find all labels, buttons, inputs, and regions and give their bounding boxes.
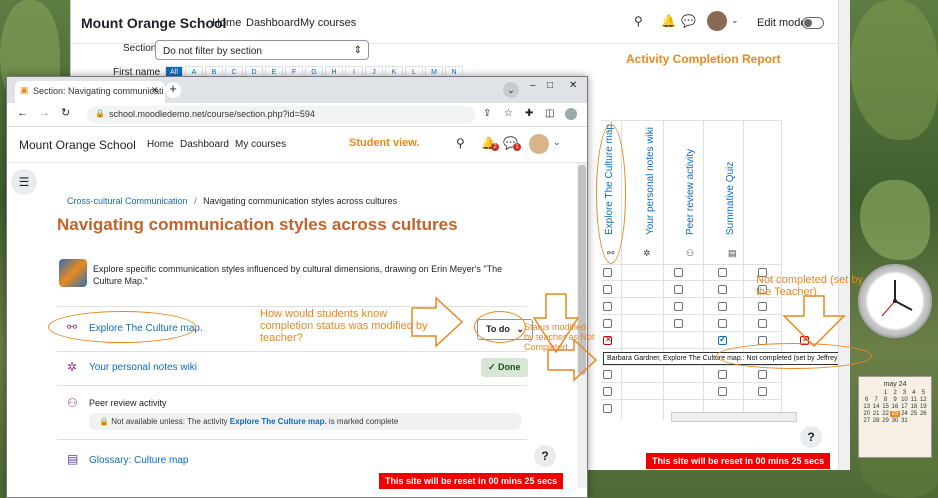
calendar-day[interactable]: 17 [900, 404, 909, 410]
calendar-day[interactable]: 21 [871, 411, 880, 417]
calendar-day[interactable]: 28 [871, 418, 880, 424]
calendar-day[interactable] [919, 418, 928, 424]
calendar-month: may 24 [883, 381, 907, 388]
calendar-day[interactable]: 12 [919, 397, 928, 403]
calendar-day[interactable] [871, 390, 880, 396]
calendar-day[interactable] [909, 418, 918, 424]
calendar-day[interactable]: 23 [890, 411, 900, 417]
calendar-day[interactable]: 22 [881, 411, 890, 417]
calendar-day[interactable]: 11 [909, 397, 918, 403]
calendar-day[interactable]: 20 [862, 411, 871, 417]
annotation-arrows [411, 293, 846, 382]
calendar-day[interactable]: 10 [900, 397, 909, 403]
calendar-day[interactable]: 29 [881, 418, 890, 424]
calendar-day[interactable]: 6 [862, 397, 871, 403]
calendar-day[interactable]: 3 [900, 390, 909, 396]
calendar-day[interactable]: 1 [881, 390, 890, 396]
calendar-widget: may 24 1 2 3 4 5 6 7 8 9 10 11 12 13 14 15 16 17 18 19 20 21… [858, 376, 932, 458]
calendar-day[interactable]: 19 [919, 404, 928, 410]
calendar-days: 1 2 3 4 5 6 7 8 9 10 11 12 13 14 15 16 17 18 19 20 21 22 23 24 2… [859, 388, 931, 426]
calendar-day[interactable]: 13 [862, 404, 871, 410]
calendar-day[interactable]: 9 [890, 397, 899, 403]
calendar-day[interactable]: 7 [871, 397, 880, 403]
calendar-day[interactable]: 4 [909, 390, 918, 396]
calendar-day[interactable]: 5 [919, 390, 928, 396]
calendar-day[interactable]: 16 [890, 404, 899, 410]
calendar-day[interactable]: 26 [919, 411, 928, 417]
calendar-day[interactable]: 15 [881, 404, 890, 410]
calendar-day[interactable]: 25 [909, 411, 918, 417]
calendar-day[interactable]: 2 [890, 390, 899, 396]
calendar-day[interactable]: 8 [881, 397, 890, 403]
calendar-day[interactable]: 24 [900, 411, 909, 417]
clock-widget [858, 264, 932, 338]
calendar-day[interactable]: 18 [909, 404, 918, 410]
calendar-day[interactable] [862, 390, 871, 396]
clock-hands-icon [881, 280, 913, 317]
calendar-day[interactable]: 27 [862, 418, 871, 424]
calendar-day[interactable]: 30 [890, 418, 899, 424]
calendar-day[interactable]: 14 [871, 404, 880, 410]
calendar-day[interactable]: 31 [900, 418, 909, 424]
